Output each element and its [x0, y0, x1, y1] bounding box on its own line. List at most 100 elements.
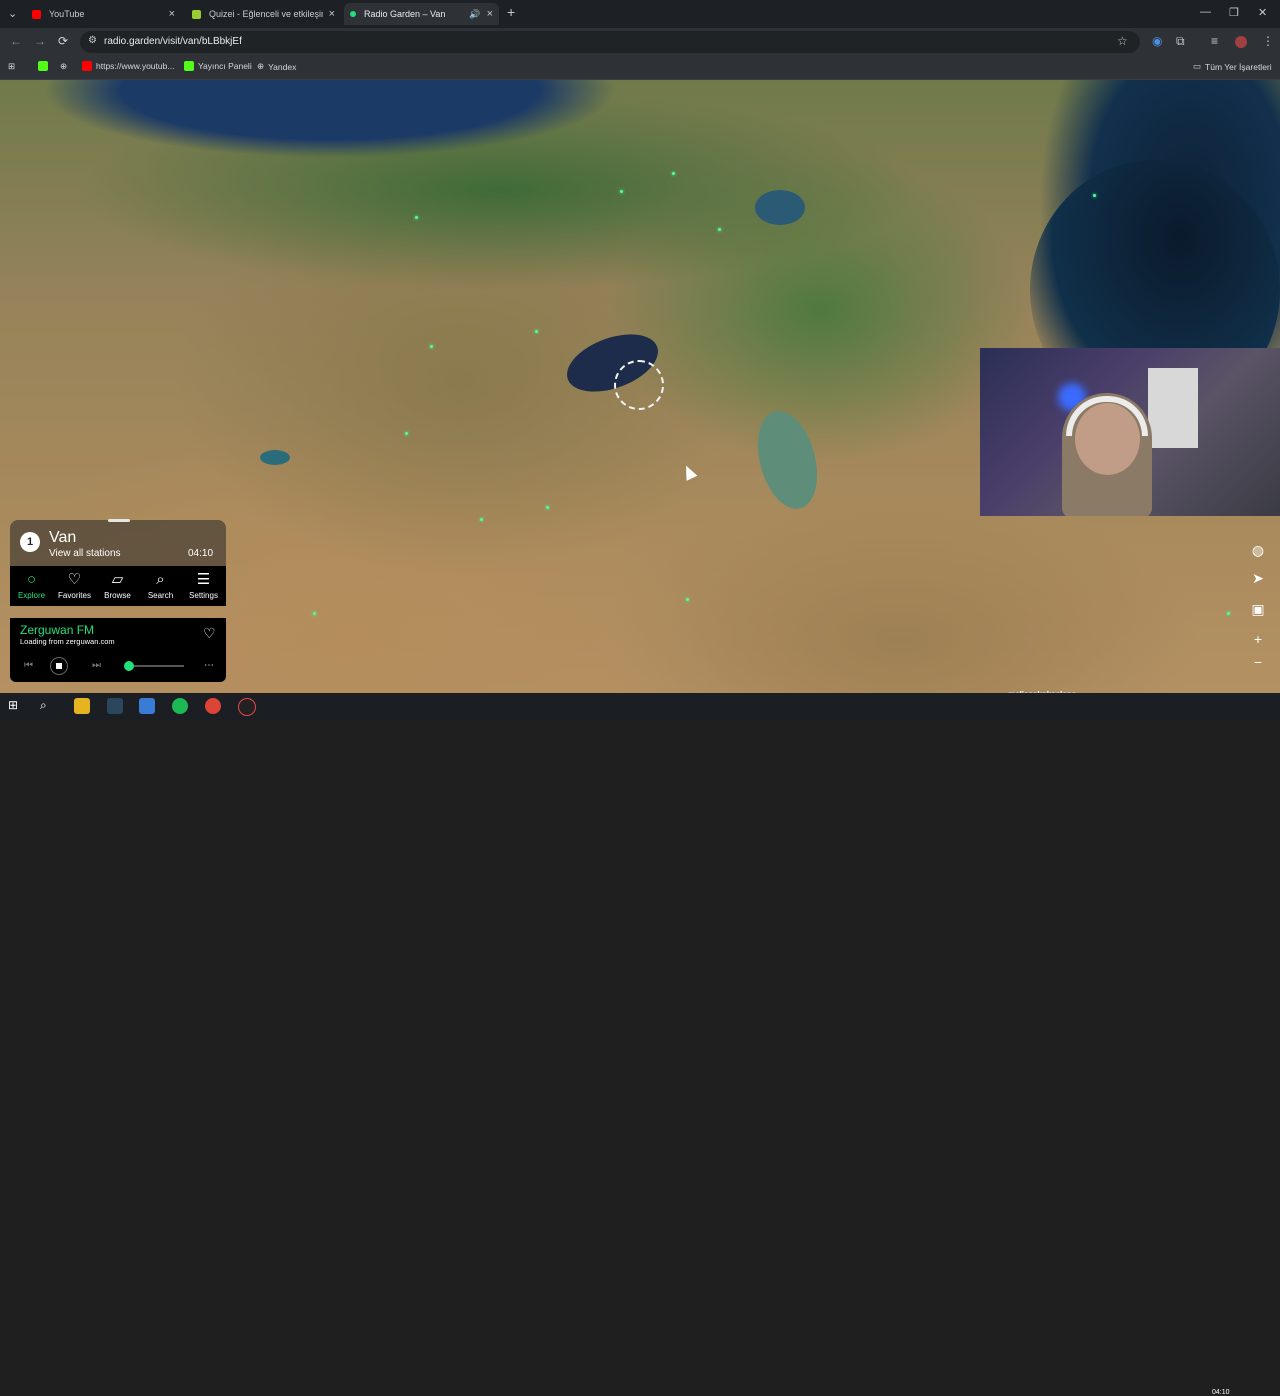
file-explorer-icon[interactable]: [74, 698, 90, 714]
bookmark-yayinci-paneli[interactable]: Yayıncı Paneli: [184, 61, 252, 71]
app-icon[interactable]: [238, 698, 256, 716]
next-icon[interactable]: ⏭: [92, 660, 101, 671]
close-icon[interactable]: ×: [487, 8, 493, 20]
tab-radio-garden[interactable]: Radio Garden – Van 🔊 ×: [344, 3, 499, 25]
all-bookmarks-label: Tüm Yer İşaretleri: [1205, 61, 1272, 72]
tab-title: Quizei - Eğlenceli ve etkileşimli: [209, 9, 323, 19]
mouse-cursor: [680, 463, 698, 481]
close-icon[interactable]: ×: [169, 8, 175, 20]
station-dot[interactable]: [546, 506, 549, 509]
nav-label: Explore: [17, 591, 46, 600]
station-name[interactable]: Zerguwan FM: [20, 623, 94, 637]
station-dot[interactable]: [672, 172, 675, 175]
tab-youtube[interactable]: YouTube ×: [26, 3, 181, 25]
reservoir: [260, 450, 290, 465]
new-tab-plus-icon[interactable]: +: [507, 4, 515, 20]
drag-handle[interactable]: [108, 519, 130, 522]
nav-favorites[interactable]: ♡ Favorites: [53, 566, 96, 606]
kebab-menu-icon[interactable]: ⋮: [1262, 34, 1274, 48]
forward-icon[interactable]: →: [34, 34, 46, 48]
bookmark-kick[interactable]: [38, 61, 48, 71]
store-icon[interactable]: [139, 698, 155, 714]
locate-icon[interactable]: ➤: [1251, 570, 1265, 587]
chrome-icon[interactable]: [205, 698, 221, 714]
location-panel[interactable]: [10, 520, 226, 566]
apps-grid-icon[interactable]: ⊞: [8, 61, 15, 72]
windows-start-icon[interactable]: ⊞: [8, 698, 24, 714]
bookmark-label: Yandex: [268, 61, 297, 72]
kick-icon: [184, 61, 194, 71]
nav-explore[interactable]: ○ Explore: [10, 566, 53, 606]
bookmark-yandex[interactable]: ⊕ Yandex: [257, 61, 296, 72]
site-info-icon[interactable]: ⚙: [88, 35, 97, 46]
streamer-webcam: [980, 348, 1280, 516]
nav-settings[interactable]: ☰ Settings: [182, 566, 225, 606]
station-dot[interactable]: [1227, 612, 1230, 615]
profile-avatar[interactable]: [1235, 36, 1247, 48]
stop-button[interactable]: [50, 657, 68, 675]
address-bar[interactable]: ⚙ radio.garden/visit/van/bLBbkjEf ☆: [80, 31, 1140, 53]
more-options-icon[interactable]: ⋯: [204, 660, 214, 671]
lake-sevan: [755, 190, 805, 225]
station-dot[interactable]: [1093, 194, 1096, 197]
local-time: 04:10: [188, 548, 214, 559]
tab-title: Radio Garden – Van: [364, 9, 446, 19]
speaker-icon[interactable]: 🔊: [469, 9, 480, 20]
volume-knob[interactable]: [123, 661, 134, 671]
minimize-icon[interactable]: —: [1200, 6, 1211, 18]
previous-icon[interactable]: ⏮: [24, 660, 33, 671]
url-text[interactable]: radio.garden/visit/van/bLBbkjEf: [104, 36, 242, 47]
kick-icon: [38, 61, 48, 71]
lock-icon[interactable]: ▣: [1251, 601, 1265, 618]
nav-search[interactable]: ⌕ Search: [139, 566, 182, 606]
station-dot[interactable]: [430, 345, 433, 348]
location-name[interactable]: Van: [49, 529, 76, 547]
steam-icon[interactable]: [107, 698, 123, 714]
close-icon[interactable]: ×: [329, 8, 335, 20]
map-icon: ▱: [111, 571, 124, 588]
zoom-out-icon[interactable]: −: [1251, 654, 1265, 670]
bookmark-label: Yayıncı Paneli: [198, 61, 252, 71]
restore-icon[interactable]: ❐: [1229, 6, 1239, 19]
browser-toolbar: ← → ⟳ ⚙ radio.garden/visit/van/bLBbkjEf …: [0, 28, 1280, 56]
close-window-icon[interactable]: ✕: [1258, 6, 1267, 19]
station-dot[interactable]: [480, 518, 483, 521]
station-dot[interactable]: [535, 330, 538, 333]
station-dot[interactable]: [415, 216, 418, 219]
reload-icon[interactable]: ⟳: [58, 34, 68, 48]
cabinet: [1148, 368, 1198, 448]
nav-browse[interactable]: ▱ Browse: [96, 566, 139, 606]
tab-strip: ⌄ YouTube × Quizei - Eğlenceli ve etkile…: [0, 0, 1280, 28]
bookmark-label: https://www.youtub...: [96, 61, 175, 71]
folder-icon: ▭: [1193, 61, 1202, 71]
media-icon[interactable]: ≡: [1211, 34, 1218, 48]
heart-icon: ♡: [67, 571, 82, 588]
star-icon[interactable]: ☆: [1117, 34, 1128, 48]
tab-quizei[interactable]: Quizei - Eğlenceli ve etkileşimli ×: [186, 3, 341, 25]
station-dot[interactable]: [313, 612, 316, 615]
bookmark-globe[interactable]: ⊕: [60, 61, 67, 72]
extension-icon[interactable]: ◉: [1152, 34, 1162, 48]
favorite-heart-icon[interactable]: ♡: [203, 625, 216, 642]
selected-location-ring: [614, 360, 664, 410]
puzzle-icon[interactable]: ⧉: [1176, 34, 1185, 49]
station-dot[interactable]: [620, 190, 623, 193]
zoom-in-icon[interactable]: +: [1251, 631, 1265, 647]
bookmarks-bar: ⊞ ⊕ https://www.youtub... Yayıncı Paneli…: [0, 56, 1280, 80]
volume-slider[interactable]: [126, 665, 184, 667]
location-count-badge: 1: [20, 532, 40, 552]
search-icon[interactable]: ⌕: [40, 698, 56, 714]
taskbar-clock[interactable]: 04:10: [1212, 1389, 1230, 1396]
globe-icon[interactable]: ◍: [1251, 542, 1265, 559]
back-icon[interactable]: ←: [10, 34, 22, 48]
station-dot[interactable]: [718, 228, 721, 231]
station-dot[interactable]: [686, 598, 689, 601]
radio-nav: ○ Explore ♡ Favorites ▱ Browse ⌕ Search …: [10, 566, 226, 606]
all-bookmarks[interactable]: ▭ Tüm Yer İşaretleri: [1193, 61, 1272, 72]
spotify-icon[interactable]: [172, 698, 188, 714]
view-all-stations-link[interactable]: View all stations: [49, 548, 121, 559]
bookmark-youtube[interactable]: https://www.youtub...: [82, 61, 174, 71]
nav-label: Settings: [189, 591, 218, 600]
station-dot[interactable]: [405, 432, 408, 435]
tab-search-icon[interactable]: ⌄: [8, 7, 17, 20]
